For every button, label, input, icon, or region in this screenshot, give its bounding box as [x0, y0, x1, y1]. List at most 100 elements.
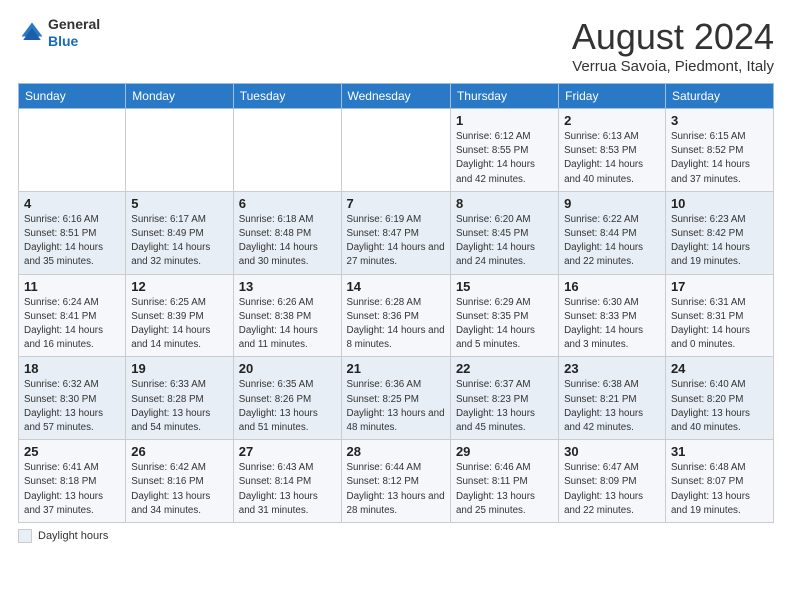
- day-info: Sunrise: 6:33 AM Sunset: 8:28 PM Dayligh…: [131, 378, 227, 435]
- day-info: Sunrise: 6:13 AM Sunset: 8:53 PM Dayligh…: [564, 130, 660, 187]
- day-number: 7: [347, 196, 445, 211]
- day-number: 5: [131, 196, 227, 211]
- logo: General Blue: [18, 16, 100, 50]
- day-info: Sunrise: 6:12 AM Sunset: 8:55 PM Dayligh…: [456, 130, 553, 187]
- calendar-cell: 2 Sunrise: 6:13 AM Sunset: 8:53 PM Daylig…: [559, 109, 666, 192]
- day-number: 31: [671, 444, 768, 459]
- day-number: 18: [24, 361, 120, 376]
- calendar-week-3: 11 Sunrise: 6:24 AM Sunset: 8:41 PM Dayli…: [19, 274, 774, 357]
- day-number: 20: [239, 361, 336, 376]
- day-number: 24: [671, 361, 768, 376]
- day-number: 4: [24, 196, 120, 211]
- day-number: 26: [131, 444, 227, 459]
- day-number: 29: [456, 444, 553, 459]
- calendar-cell: 22 Sunrise: 6:37 AM Sunset: 8:23 PM Dayli…: [450, 357, 558, 440]
- header: General Blue August 2024 Verrua Savoia, …: [18, 16, 774, 75]
- col-header-wednesday: Wednesday: [341, 84, 450, 109]
- day-info: Sunrise: 6:28 AM Sunset: 8:36 PM Dayligh…: [347, 296, 445, 353]
- calendar-cell: [126, 109, 233, 192]
- day-info: Sunrise: 6:17 AM Sunset: 8:49 PM Dayligh…: [131, 213, 227, 270]
- calendar-cell: 16 Sunrise: 6:30 AM Sunset: 8:33 PM Dayli…: [559, 274, 666, 357]
- day-number: 16: [564, 279, 660, 294]
- calendar-cell: [341, 109, 450, 192]
- day-info: Sunrise: 6:23 AM Sunset: 8:42 PM Dayligh…: [671, 213, 768, 270]
- day-number: 22: [456, 361, 553, 376]
- day-info: Sunrise: 6:41 AM Sunset: 8:18 PM Dayligh…: [24, 461, 120, 518]
- calendar-week-1: 1 Sunrise: 6:12 AM Sunset: 8:55 PM Daylig…: [19, 109, 774, 192]
- day-info: Sunrise: 6:48 AM Sunset: 8:07 PM Dayligh…: [671, 461, 768, 518]
- calendar-cell: 26Sunrise: 6:42 AM Sunset: 8:16 PM Dayli…: [126, 440, 233, 523]
- month-title: August 2024: [572, 16, 774, 58]
- calendar-cell: 31 Sunrise: 6:48 AM Sunset: 8:07 PM Dayli…: [665, 440, 773, 523]
- day-number: 12: [131, 279, 227, 294]
- calendar-cell: 7 Sunrise: 6:19 AM Sunset: 8:47 PM Daylig…: [341, 191, 450, 274]
- calendar-cell: 14 Sunrise: 6:28 AM Sunset: 8:36 PM Dayli…: [341, 274, 450, 357]
- calendar-cell: 27 Sunrise: 6:43 AM Sunset: 8:14 PM Dayli…: [233, 440, 341, 523]
- calendar-cell: 1 Sunrise: 6:12 AM Sunset: 8:55 PM Daylig…: [450, 109, 558, 192]
- calendar-cell: [19, 109, 126, 192]
- day-info: Sunrise: 6:30 AM Sunset: 8:33 PM Dayligh…: [564, 296, 660, 353]
- calendar-cell: 30 Sunrise: 6:47 AM Sunset: 8:09 PM Dayli…: [559, 440, 666, 523]
- calendar-cell: 17 Sunrise: 6:31 AM Sunset: 8:31 PM Dayli…: [665, 274, 773, 357]
- col-header-thursday: Thursday: [450, 84, 558, 109]
- day-number: 2: [564, 113, 660, 128]
- day-info: Sunrise: 6:32 AM Sunset: 8:30 PM Dayligh…: [24, 378, 120, 435]
- day-number: 6: [239, 196, 336, 211]
- daylight-box-icon: [18, 529, 32, 543]
- calendar-cell: 11 Sunrise: 6:24 AM Sunset: 8:41 PM Dayli…: [19, 274, 126, 357]
- day-number: 27: [239, 444, 336, 459]
- day-number: 3: [671, 113, 768, 128]
- col-header-monday: Monday: [126, 84, 233, 109]
- calendar-cell: 12 Sunrise: 6:25 AM Sunset: 8:39 PM Dayli…: [126, 274, 233, 357]
- footer: Daylight hours: [18, 529, 774, 543]
- location-title: Verrua Savoia, Piedmont, Italy: [572, 58, 774, 75]
- day-number: 14: [347, 279, 445, 294]
- calendar-header-row: SundayMondayTuesdayWednesdayThursdayFrid…: [19, 84, 774, 109]
- day-info: Sunrise: 6:43 AM Sunset: 8:14 PM Dayligh…: [239, 461, 336, 518]
- col-header-sunday: Sunday: [19, 84, 126, 109]
- title-block: August 2024 Verrua Savoia, Piedmont, Ita…: [572, 16, 774, 75]
- day-number: 17: [671, 279, 768, 294]
- day-info: Sunrise: 6:29 AM Sunset: 8:35 PM Dayligh…: [456, 296, 553, 353]
- day-number: 23: [564, 361, 660, 376]
- day-number: 21: [347, 361, 445, 376]
- day-info: Sunrise: 6:37 AM Sunset: 8:23 PM Dayligh…: [456, 378, 553, 435]
- calendar-cell: 21 Sunrise: 6:36 AM Sunset: 8:25 PM Dayli…: [341, 357, 450, 440]
- day-info: Sunrise: 6:31 AM Sunset: 8:31 PM Dayligh…: [671, 296, 768, 353]
- day-number: 11: [24, 279, 120, 294]
- calendar-cell: 25 Sunrise: 6:41 AM Sunset: 8:18 PM Dayli…: [19, 440, 126, 523]
- day-info: Sunrise: 6:20 AM Sunset: 8:45 PM Dayligh…: [456, 213, 553, 270]
- day-number: 19: [131, 361, 227, 376]
- calendar-cell: 23 Sunrise: 6:38 AM Sunset: 8:21 PM Dayli…: [559, 357, 666, 440]
- day-number: 30: [564, 444, 660, 459]
- day-info: Sunrise: 6:35 AM Sunset: 8:26 PM Dayligh…: [239, 378, 336, 435]
- calendar-cell: 6Sunrise: 6:18 AM Sunset: 8:48 PM Daylig…: [233, 191, 341, 274]
- day-number: 28: [347, 444, 445, 459]
- day-info: Sunrise: 6:38 AM Sunset: 8:21 PM Dayligh…: [564, 378, 660, 435]
- daylight-label: Daylight hours: [38, 530, 108, 542]
- day-info: Sunrise: 6:25 AM Sunset: 8:39 PM Dayligh…: [131, 296, 227, 353]
- calendar-cell: 5 Sunrise: 6:17 AM Sunset: 8:49 PM Daylig…: [126, 191, 233, 274]
- calendar-cell: 8Sunrise: 6:20 AM Sunset: 8:45 PM Daylig…: [450, 191, 558, 274]
- day-info: Sunrise: 6:40 AM Sunset: 8:20 PM Dayligh…: [671, 378, 768, 435]
- calendar-cell: 18 Sunrise: 6:32 AM Sunset: 8:30 PM Dayli…: [19, 357, 126, 440]
- day-info: Sunrise: 6:22 AM Sunset: 8:44 PM Dayligh…: [564, 213, 660, 270]
- col-header-friday: Friday: [559, 84, 666, 109]
- calendar-cell: 24 Sunrise: 6:40 AM Sunset: 8:20 PM Dayli…: [665, 357, 773, 440]
- day-info: Sunrise: 6:36 AM Sunset: 8:25 PM Dayligh…: [347, 378, 445, 435]
- calendar-cell: 13Sunrise: 6:26 AM Sunset: 8:38 PM Dayli…: [233, 274, 341, 357]
- day-info: Sunrise: 6:47 AM Sunset: 8:09 PM Dayligh…: [564, 461, 660, 518]
- col-header-tuesday: Tuesday: [233, 84, 341, 109]
- col-header-saturday: Saturday: [665, 84, 773, 109]
- day-number: 1: [456, 113, 553, 128]
- day-info: Sunrise: 6:24 AM Sunset: 8:41 PM Dayligh…: [24, 296, 120, 353]
- calendar-cell: 15 Sunrise: 6:29 AM Sunset: 8:35 PM Dayli…: [450, 274, 558, 357]
- calendar-week-4: 18 Sunrise: 6:32 AM Sunset: 8:30 PM Dayli…: [19, 357, 774, 440]
- day-number: 25: [24, 444, 120, 459]
- day-info: Sunrise: 6:26 AM Sunset: 8:38 PM Dayligh…: [239, 296, 336, 353]
- day-info: Sunrise: 6:46 AM Sunset: 8:11 PM Dayligh…: [456, 461, 553, 518]
- logo-general: General: [48, 16, 100, 32]
- day-info: Sunrise: 6:19 AM Sunset: 8:47 PM Dayligh…: [347, 213, 445, 270]
- calendar-cell: 19 Sunrise: 6:33 AM Sunset: 8:28 PM Dayli…: [126, 357, 233, 440]
- day-number: 15: [456, 279, 553, 294]
